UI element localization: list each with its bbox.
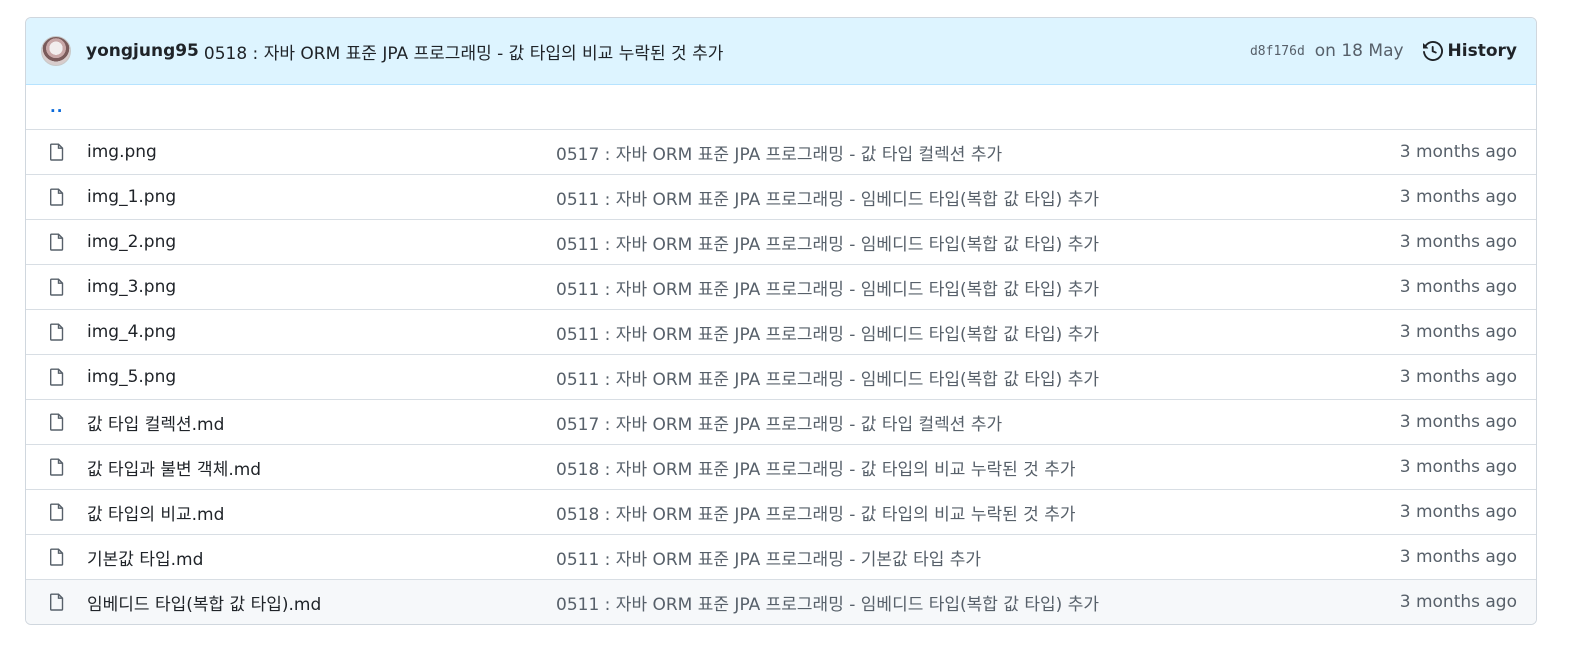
file-commit-message-link[interactable]: 0511 : 자바 ORM 표준 JPA 프로그래밍 - 임베디드 타입(복합 … xyxy=(556,590,1099,615)
file-name-link[interactable]: img.png xyxy=(87,142,157,162)
file-icon xyxy=(49,458,65,476)
file-name-link[interactable]: img_4.png xyxy=(87,322,176,342)
file-commit-age: 3 months ago xyxy=(1399,457,1517,477)
commit-sha[interactable]: d8f176d xyxy=(1250,44,1305,59)
file-icon xyxy=(49,548,65,566)
file-row[interactable]: 기본값 타입.md 0511 : 자바 ORM 표준 JPA 프로그래밍 - 기본… xyxy=(26,534,1536,579)
file-row[interactable]: img_2.png 0511 : 자바 ORM 표준 JPA 프로그래밍 - 임베… xyxy=(26,219,1536,264)
file-row[interactable]: 임베디드 타입(복합 값 타입).md 0511 : 자바 ORM 표준 JPA … xyxy=(26,579,1536,624)
file-row[interactable]: img.png 0517 : 자바 ORM 표준 JPA 프로그래밍 - 값 타입… xyxy=(26,129,1536,174)
file-commit-age: 3 months ago xyxy=(1399,547,1517,567)
file-icon xyxy=(49,188,65,206)
commit-meta: d8f176d on 18 May History xyxy=(1250,41,1517,61)
file-row[interactable]: img_1.png 0511 : 자바 ORM 표준 JPA 프로그래밍 - 임베… xyxy=(26,174,1536,219)
file-commit-message-link[interactable]: 0511 : 자바 ORM 표준 JPA 프로그래밍 - 임베디드 타입(복합 … xyxy=(556,365,1099,390)
file-icon xyxy=(49,233,65,251)
file-commit-message-link[interactable]: 0511 : 자바 ORM 표준 JPA 프로그래밍 - 임베디드 타입(복합 … xyxy=(556,185,1099,210)
file-row[interactable]: 값 타입의 비교.md 0518 : 자바 ORM 표준 JPA 프로그래밍 - … xyxy=(26,489,1536,534)
file-name-link[interactable]: img_2.png xyxy=(87,232,176,252)
file-name-link[interactable]: img_1.png xyxy=(87,187,176,207)
file-commit-age: 3 months ago xyxy=(1399,277,1517,297)
file-name-link[interactable]: 값 타입의 비교.md xyxy=(87,500,224,525)
file-commit-message-link[interactable]: 0518 : 자바 ORM 표준 JPA 프로그래밍 - 값 타입의 비교 누락… xyxy=(556,455,1075,480)
avatar[interactable] xyxy=(41,36,71,66)
file-commit-age: 3 months ago xyxy=(1399,232,1517,252)
history-label: History xyxy=(1447,41,1517,61)
file-icon xyxy=(49,278,65,296)
file-commit-message-link[interactable]: 0511 : 자바 ORM 표준 JPA 프로그래밍 - 임베디드 타입(복합 … xyxy=(556,320,1099,345)
file-row[interactable]: img_5.png 0511 : 자바 ORM 표준 JPA 프로그래밍 - 임베… xyxy=(26,354,1536,399)
file-icon xyxy=(49,368,65,386)
file-commit-message-link[interactable]: 0511 : 자바 ORM 표준 JPA 프로그래밍 - 임베디드 타입(복합 … xyxy=(556,275,1099,300)
file-commit-age: 3 months ago xyxy=(1399,142,1517,162)
file-name-link[interactable]: 값 타입 컬렉션.md xyxy=(87,410,224,435)
file-name-link[interactable]: 값 타입과 불변 객체.md xyxy=(87,455,261,480)
history-icon xyxy=(1422,41,1443,61)
history-link[interactable]: History xyxy=(1422,41,1517,61)
file-commit-age: 3 months ago xyxy=(1399,187,1517,207)
parent-directory-link[interactable]: .. xyxy=(50,98,63,116)
file-icon xyxy=(49,143,65,161)
file-commit-message-link[interactable]: 0511 : 자바 ORM 표준 JPA 프로그래밍 - 기본값 타입 추가 xyxy=(556,545,981,570)
file-name-link[interactable]: 임베디드 타입(복합 값 타입).md xyxy=(87,590,321,615)
file-row[interactable]: img_3.png 0511 : 자바 ORM 표준 JPA 프로그래밍 - 임베… xyxy=(26,264,1536,309)
file-icon xyxy=(49,323,65,341)
file-icon xyxy=(49,593,65,611)
commit-date: on 18 May xyxy=(1314,41,1404,61)
file-commit-message-link[interactable]: 0517 : 자바 ORM 표준 JPA 프로그래밍 - 값 타입 컬렉션 추가 xyxy=(556,410,1002,435)
file-commit-age: 3 months ago xyxy=(1399,592,1517,612)
file-commit-message-link[interactable]: 0518 : 자바 ORM 표준 JPA 프로그래밍 - 값 타입의 비교 누락… xyxy=(556,500,1075,525)
parent-directory-row[interactable]: .. xyxy=(26,85,1536,129)
commit-message[interactable]: 0518 : 자바 ORM 표준 JPA 프로그래밍 - 값 타입의 비교 누락… xyxy=(204,39,723,64)
file-row[interactable]: img_4.png 0511 : 자바 ORM 표준 JPA 프로그래밍 - 임베… xyxy=(26,309,1536,354)
commit-author[interactable]: yongjung95 xyxy=(86,41,199,61)
file-commit-age: 3 months ago xyxy=(1399,502,1517,522)
file-row[interactable]: 값 타입 컬렉션.md 0517 : 자바 ORM 표준 JPA 프로그래밍 - … xyxy=(26,399,1536,444)
file-browser: yongjung95 0518 : 자바 ORM 표준 JPA 프로그래밍 - … xyxy=(25,17,1537,625)
file-commit-age: 3 months ago xyxy=(1399,367,1517,387)
file-commit-message-link[interactable]: 0511 : 자바 ORM 표준 JPA 프로그래밍 - 임베디드 타입(복합 … xyxy=(556,230,1099,255)
file-name-link[interactable]: 기본값 타입.md xyxy=(87,545,203,570)
file-row[interactable]: 값 타입과 불변 객체.md 0518 : 자바 ORM 표준 JPA 프로그래밍… xyxy=(26,444,1536,489)
file-commit-age: 3 months ago xyxy=(1399,322,1517,342)
file-name-link[interactable]: img_5.png xyxy=(87,367,176,387)
file-commit-message-link[interactable]: 0517 : 자바 ORM 표준 JPA 프로그래밍 - 값 타입 컬렉션 추가 xyxy=(556,140,1002,165)
file-name-link[interactable]: img_3.png xyxy=(87,277,176,297)
latest-commit-bar: yongjung95 0518 : 자바 ORM 표준 JPA 프로그래밍 - … xyxy=(26,18,1536,85)
file-list: img.png 0517 : 자바 ORM 표준 JPA 프로그래밍 - 값 타입… xyxy=(26,129,1536,624)
file-icon xyxy=(49,413,65,431)
file-icon xyxy=(49,503,65,521)
file-commit-age: 3 months ago xyxy=(1399,412,1517,432)
